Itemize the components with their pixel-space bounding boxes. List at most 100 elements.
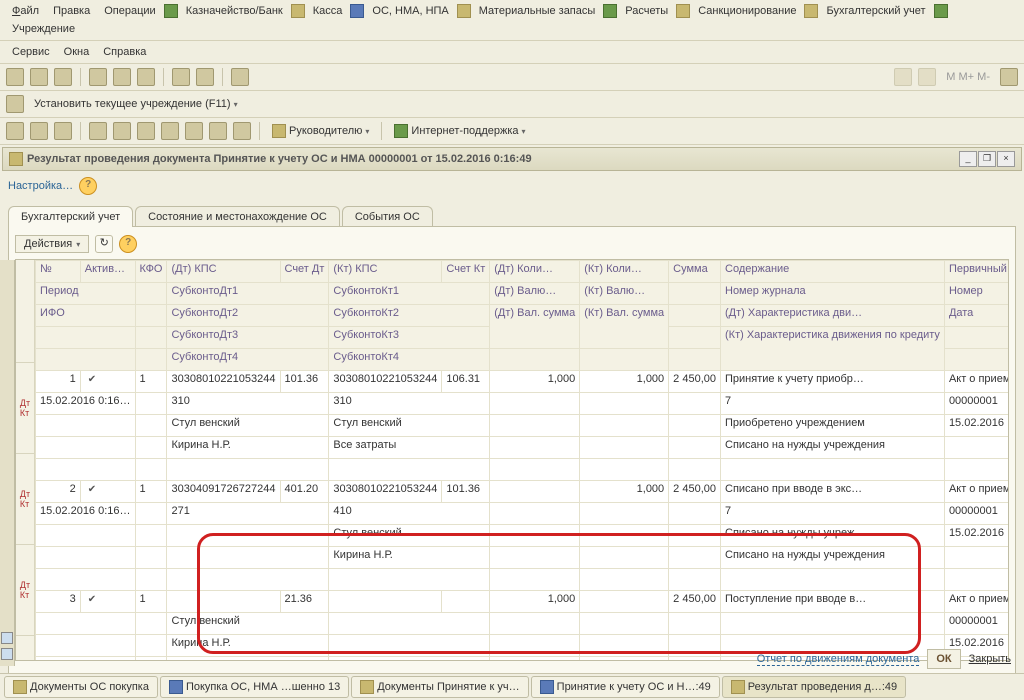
col-activ[interactable]: Актив…	[80, 261, 135, 283]
cell[interactable]: 30308010221053244	[329, 481, 442, 503]
col-sk4[interactable]: СубконтоКт4	[329, 349, 490, 371]
help-icon[interactable]: ?	[79, 177, 97, 195]
menu-service[interactable]: Сервис	[6, 44, 56, 60]
cell[interactable]: Стул венский	[167, 613, 329, 635]
cell[interactable]: 1	[135, 481, 167, 503]
cell[interactable]	[721, 569, 945, 591]
tb-i5-icon[interactable]	[113, 122, 131, 140]
cell[interactable]: 30304091726727244	[167, 481, 280, 503]
menu-calc[interactable]: Расчеты	[619, 3, 674, 19]
cell[interactable]: Стул венский	[167, 415, 329, 437]
cell[interactable]	[669, 613, 721, 635]
cell[interactable]	[580, 591, 669, 613]
cell[interactable]: 310	[167, 393, 329, 415]
status-tab-1[interactable]: Документы ОС покупка	[4, 676, 158, 698]
col-ktvs[interactable]: (Кт) Вал. сумма	[580, 305, 669, 349]
cell[interactable]	[669, 569, 721, 591]
menu-mz[interactable]: Материальные запасы	[473, 3, 602, 19]
cell[interactable]	[721, 459, 945, 481]
cell[interactable]	[490, 481, 580, 503]
cell[interactable]	[135, 613, 167, 635]
col-period[interactable]: Период	[36, 283, 136, 305]
menu-os[interactable]: ОС, НМА, НПА	[366, 3, 454, 19]
cell[interactable]	[329, 657, 490, 661]
cell[interactable]: 1,000	[490, 371, 580, 393]
menu-acct[interactable]: Бухгалтерский учет	[820, 3, 931, 19]
cell[interactable]	[329, 613, 490, 635]
col-dtkps[interactable]: (Дт) КПС	[167, 261, 280, 283]
cell[interactable]: 271	[167, 503, 329, 525]
cell[interactable]: Поступление при вводе в…	[721, 591, 945, 613]
status-tab-5[interactable]: Результат проведения д…:49	[722, 676, 906, 698]
col-ifo[interactable]: ИФО	[36, 305, 136, 327]
menu-sanction[interactable]: Санкционирование	[692, 3, 802, 19]
cell[interactable]: Стул венский	[329, 525, 490, 547]
cell[interactable]: Приобретено учреждением	[721, 415, 945, 437]
menu-ops[interactable]: Операции	[98, 3, 161, 19]
col-journal[interactable]: Номер журнала	[721, 283, 945, 305]
menu-file[interactable]: Файл	[6, 3, 45, 19]
cell[interactable]	[36, 459, 136, 481]
cell[interactable]	[167, 657, 329, 661]
menu-inst[interactable]: Учреждение	[6, 21, 81, 37]
col-num[interactable]: №	[36, 261, 81, 283]
cell[interactable]	[135, 503, 167, 525]
cell[interactable]	[580, 547, 669, 569]
cell[interactable]: Списано на нужды учреждения	[721, 547, 945, 569]
col-sd3[interactable]: СубконтоДт3	[167, 327, 329, 349]
cell[interactable]	[490, 415, 580, 437]
close-button[interactable]: ×	[997, 151, 1015, 167]
cell[interactable]	[36, 415, 136, 437]
cell[interactable]	[135, 525, 167, 547]
cell[interactable]: Списано на нужды учреждения	[721, 437, 945, 459]
cell[interactable]	[580, 613, 669, 635]
col-schdt[interactable]: Счет Дт	[280, 261, 329, 283]
cell[interactable]: 1,000	[580, 481, 669, 503]
cell[interactable]	[580, 525, 669, 547]
minimize-button[interactable]: _	[959, 151, 977, 167]
data-grid[interactable]: ДтКт ДтКт ДтКт № Актив… КФО (Дт) КПС Сче…	[15, 259, 1009, 661]
cell[interactable]	[490, 459, 580, 481]
col-dtvs[interactable]: (Дт) Вал. сумма	[490, 305, 580, 349]
col-dtchar[interactable]: (Дт) Характеристика дви…	[721, 305, 945, 327]
cell[interactable]	[135, 415, 167, 437]
cell[interactable]: 7	[721, 393, 945, 415]
cell[interactable]: Стул венский	[329, 415, 490, 437]
cell[interactable]	[580, 437, 669, 459]
cell[interactable]	[36, 569, 136, 591]
col-sd2[interactable]: СубконтоДт2	[167, 305, 329, 327]
set-institution-button[interactable]: Установить текущее учреждение (F11)	[30, 97, 242, 111]
cell[interactable]: 101.36	[442, 481, 490, 503]
tb-i4-icon[interactable]	[89, 122, 107, 140]
cell[interactable]	[580, 393, 669, 415]
cell[interactable]	[442, 591, 490, 613]
status-tab-3[interactable]: Документы Принятие к уч…	[351, 676, 528, 698]
cell[interactable]	[580, 657, 669, 661]
tb-i8-icon[interactable]	[185, 122, 203, 140]
cell[interactable]: Все затраты	[329, 437, 490, 459]
cell[interactable]: Акт о приеме-перед…	[944, 481, 1008, 503]
col-sum[interactable]: Сумма	[669, 261, 721, 283]
cell[interactable]: Списано на нужды учреж…	[721, 525, 945, 547]
col-content[interactable]: Содержание	[721, 261, 945, 283]
cell[interactable]	[135, 635, 167, 657]
cell[interactable]: 1	[36, 371, 81, 393]
support-button[interactable]: Интернет-поддержка	[390, 123, 529, 139]
status-tab-2[interactable]: Покупка ОС, НМА …шенно 13	[160, 676, 349, 698]
cell[interactable]	[36, 437, 136, 459]
cell[interactable]: 00000001	[944, 613, 1008, 635]
cell[interactable]	[329, 459, 490, 481]
tb-paste-icon[interactable]	[137, 68, 155, 86]
cell[interactable]: Акт о приеме-перед…	[944, 591, 1008, 613]
col-date[interactable]: Дата	[944, 305, 1008, 327]
cell[interactable]	[329, 591, 442, 613]
col-sd4[interactable]: СубконтоДт4	[167, 349, 329, 371]
tb-copy-icon[interactable]	[113, 68, 131, 86]
cell[interactable]	[80, 591, 135, 613]
cell[interactable]	[490, 547, 580, 569]
cell[interactable]	[36, 613, 136, 635]
col-kfo[interactable]: КФО	[135, 261, 167, 283]
cell[interactable]	[167, 547, 329, 569]
cell[interactable]: 2 450,00	[669, 481, 721, 503]
col-sk1[interactable]: СубконтоКт1	[329, 283, 490, 305]
